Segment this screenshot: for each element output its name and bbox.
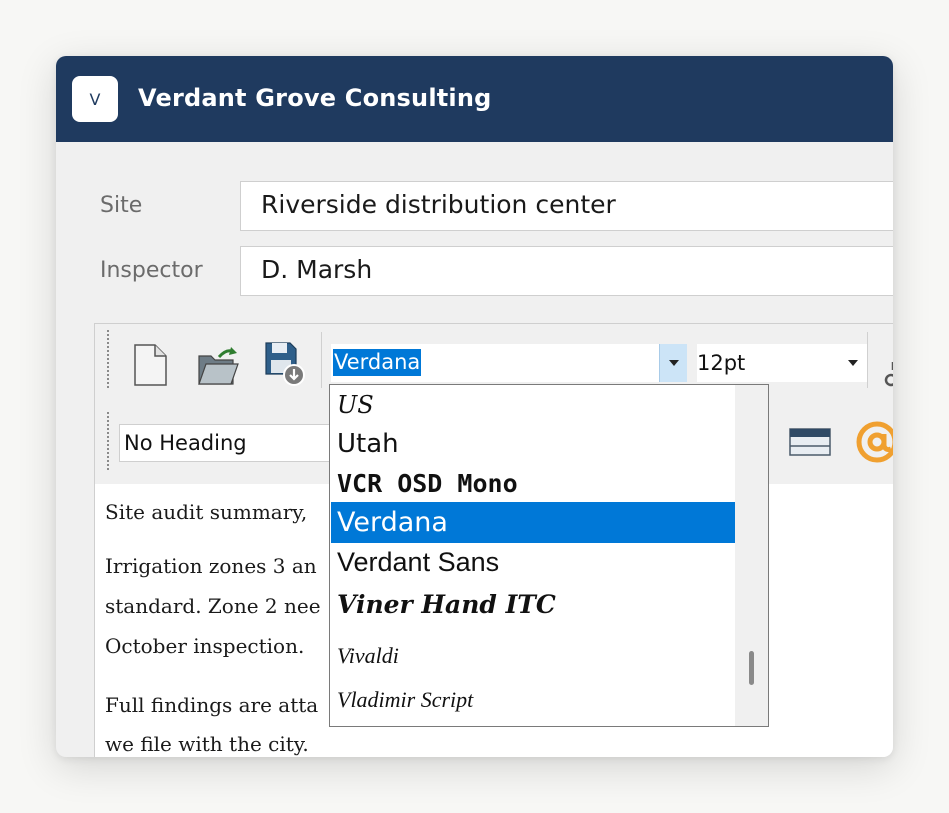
chevron-down-icon xyxy=(668,360,679,366)
document-line: we file with the city. xyxy=(105,732,309,756)
title-bar: V Verdant Grove Consulting xyxy=(56,56,893,142)
document-line: Irrigation zones 3 an xyxy=(105,554,317,578)
toolbar-separator xyxy=(321,332,322,388)
font-family-select[interactable]: Verdana xyxy=(331,344,687,382)
font-family-value: Verdana xyxy=(333,349,422,376)
chevron-down-icon xyxy=(848,360,858,366)
font-option-vivaldi[interactable]: Vivaldi xyxy=(331,635,735,676)
scrollbar-thumb[interactable] xyxy=(749,651,754,685)
site-label: Site xyxy=(100,193,143,218)
size-dropdown-button[interactable] xyxy=(839,344,867,382)
new-document-icon[interactable] xyxy=(133,344,167,386)
site-input[interactable]: Riverside distribution center xyxy=(240,181,893,231)
document-line: Full findings are atta xyxy=(105,693,319,717)
table-icon[interactable] xyxy=(789,428,831,456)
document-line: Site audit summary, xyxy=(105,500,308,524)
heading-select[interactable]: No Heading xyxy=(119,424,339,462)
link-icon[interactable] xyxy=(883,360,893,390)
toolbar-grip[interactable] xyxy=(107,330,109,388)
font-option-viner-hand-itc[interactable]: Viner Hand ITC xyxy=(331,584,735,625)
font-option-vladimir-script[interactable]: Vladimir Script xyxy=(331,679,735,720)
toolbar-grip[interactable] xyxy=(107,412,109,470)
app-title: Verdant Grove Consulting xyxy=(138,84,492,112)
font-dropdown-list: US Utah VCR OSD Mono Verdana Verdant San… xyxy=(329,384,769,727)
font-option-verdant-sans[interactable]: Verdant Sans xyxy=(331,542,735,583)
font-size-select[interactable]: 12pt xyxy=(697,344,867,382)
app-logo: V xyxy=(72,76,118,122)
at-sign-icon[interactable] xyxy=(855,420,893,464)
inspector-input[interactable]: D. Marsh xyxy=(240,246,893,296)
inspector-label: Inspector xyxy=(100,258,203,283)
document-line: standard. Zone 2 nee xyxy=(105,594,321,618)
font-size-value: 12pt xyxy=(697,351,746,375)
font-option-vcr-osd-mono[interactable]: VCR OSD Mono xyxy=(331,463,735,504)
dropdown-scrollbar[interactable] xyxy=(735,385,768,726)
font-option-us[interactable]: US xyxy=(331,385,735,426)
toolbar-separator xyxy=(867,332,868,388)
document-line: October inspection. xyxy=(105,634,305,658)
font-option-utah[interactable]: Utah xyxy=(331,424,735,465)
save-icon[interactable] xyxy=(263,340,307,386)
font-option-verdana[interactable]: Verdana xyxy=(331,502,735,543)
open-folder-icon[interactable] xyxy=(197,346,239,386)
font-dropdown-button[interactable] xyxy=(659,344,687,382)
